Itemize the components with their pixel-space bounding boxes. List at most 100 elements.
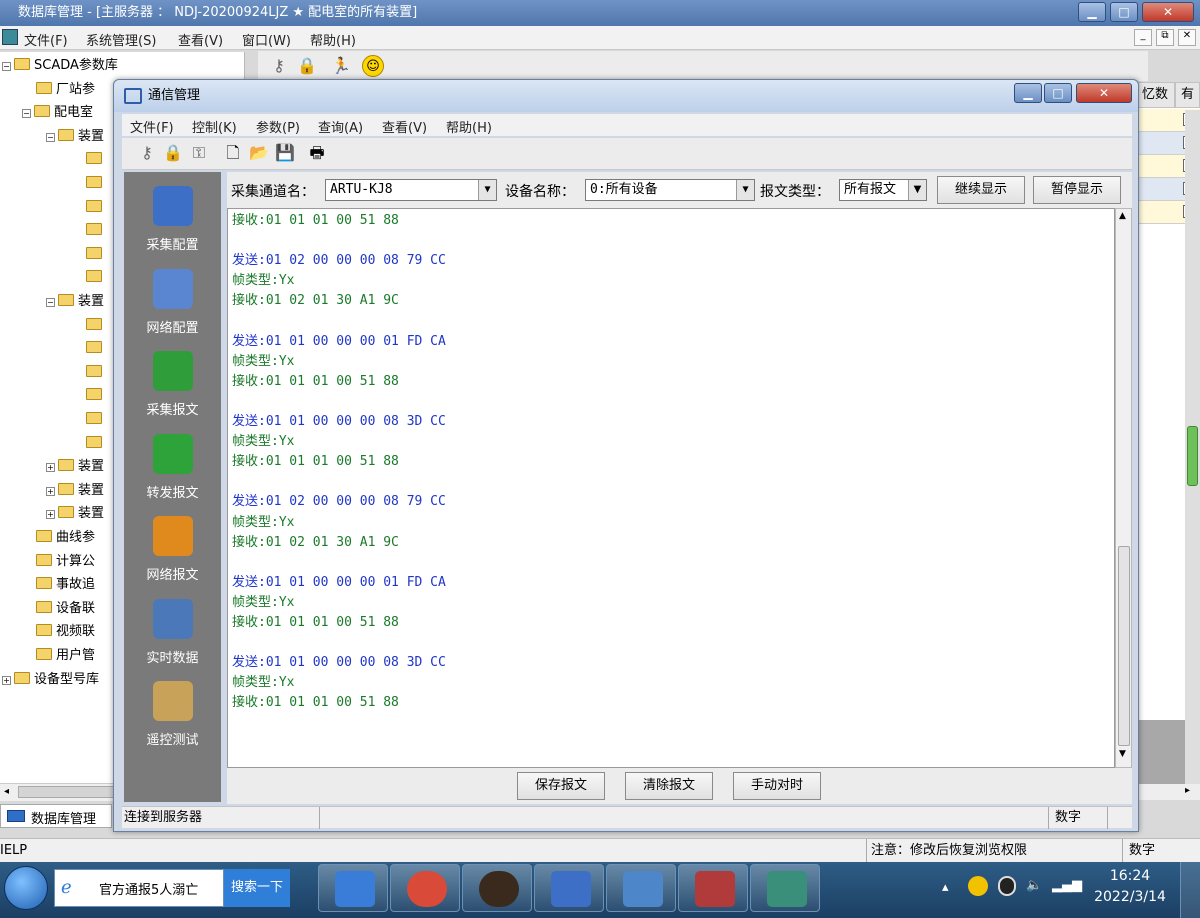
clear-message-button[interactable]: 清除报文 [625,772,713,800]
save-message-button[interactable]: 保存报文 [517,772,605,800]
manual-time-sync-button[interactable]: 手动对时 [733,772,821,800]
taskbar-app-button[interactable] [390,864,460,912]
taskbar-app-button[interactable] [534,864,604,912]
message-type-select[interactable]: 所有报文 ▼ [839,179,927,201]
unlock-icon[interactable]: ⚿ [188,142,210,164]
tab-database-management[interactable]: 数据库管理 [0,804,112,828]
menu-help[interactable]: 帮助(H) [310,30,356,49]
nav-item[interactable]: 采集报文 [124,351,221,431]
nav-item[interactable]: 采集配置 [124,186,221,266]
tree-item[interactable]: 曲线参 [22,528,95,548]
lock-icon[interactable]: 🔒 [162,142,184,164]
mdi-restore-button[interactable]: ⧉ [1156,29,1174,46]
tree-item[interactable] [72,339,106,359]
main-vertical-scrollbar[interactable] [1185,110,1200,790]
tree-item[interactable]: − 装置 [46,127,104,147]
log-vertical-scrollbar[interactable]: ▲ ▼ [1115,208,1132,768]
print-icon[interactable]: 🖶 [306,142,328,164]
tree-item[interactable]: + 设备型号库 [2,670,99,690]
lock-icon[interactable]: 🔒 [296,55,318,77]
scroll-up-icon[interactable]: ▲ [1119,211,1126,221]
tree-item[interactable] [72,386,106,406]
collapse-icon[interactable]: − [2,62,11,71]
taskbar-app-button[interactable] [318,864,388,912]
tree-item[interactable] [72,174,106,194]
tree-item[interactable]: − 装置 [46,292,104,312]
comm-close-button[interactable]: ✕ [1076,83,1132,103]
maximize-button[interactable]: □ [1110,2,1138,22]
key-icon[interactable]: ⚷ [136,142,158,164]
taskbar-app-button[interactable] [462,864,532,912]
tray-arrow-icon[interactable]: ▴ [942,880,949,895]
clock[interactable]: 16:24 2022/3/14 [1092,866,1168,910]
comm-menu-view[interactable]: 查看(V) [382,117,427,136]
expand-icon[interactable]: + [2,675,11,685]
new-file-icon[interactable]: 🗋 [222,142,244,164]
device-select[interactable]: 0:所有设备 ▼ [585,179,755,201]
chevron-down-icon[interactable]: ▼ [478,180,496,200]
tree-item[interactable] [72,316,106,336]
tree-item[interactable] [72,198,106,218]
search-button[interactable]: 搜索一下 [224,869,290,907]
nav-item[interactable]: 网络配置 [124,268,221,349]
tree-item[interactable] [72,268,106,288]
tree-item[interactable] [72,410,106,430]
save-icon[interactable]: 💾 [274,142,296,164]
chevron-down-icon[interactable]: ▼ [736,180,754,200]
smiley-icon[interactable]: ☺ [362,55,384,77]
menu-view[interactable]: 查看(V) [178,30,223,49]
network-signal-icon[interactable]: ▂▄▆ [1052,878,1082,893]
grid-header-valid[interactable]: 有 [1175,82,1200,108]
grid-header-count[interactable]: 忆数 [1135,82,1175,108]
comm-menu-help[interactable]: 帮助(H) [446,117,492,136]
comm-minimize-button[interactable]: ▁ [1014,83,1042,103]
minimize-button[interactable]: ▁ [1078,2,1106,22]
tree-item[interactable]: 设备联 [22,599,95,619]
pause-display-button[interactable]: 暂停显示 [1033,176,1121,204]
tree-item[interactable]: 用户管 [22,646,95,666]
continue-display-button[interactable]: 继续显示 [937,176,1025,204]
collapse-icon[interactable]: − [46,132,55,142]
menu-file[interactable]: 文件(F) [24,30,68,49]
tray-app-icon[interactable] [968,876,988,896]
taskbar-app-button[interactable] [678,864,748,912]
collapse-icon[interactable]: − [22,109,31,119]
taskbar-app-button[interactable] [606,864,676,912]
tree-item[interactable]: 厂站参 [22,80,95,100]
comm-maximize-button[interactable]: □ [1044,83,1072,103]
comm-menu-control[interactable]: 控制(K) [192,117,237,136]
news-widget[interactable]: ℯ 官方通报5人溺亡 [54,869,224,907]
open-folder-icon[interactable]: 📂 [248,142,270,164]
tree-item[interactable]: 事故追 [22,575,95,595]
log-scroll-thumb[interactable] [1118,546,1130,746]
tree-item[interactable]: + 装置 [46,481,104,501]
comm-menu-file[interactable]: 文件(F) [130,117,174,136]
expand-icon[interactable]: + [46,486,55,496]
nav-item[interactable]: 网络报文 [124,516,221,596]
show-desktop-button[interactable] [1180,862,1200,918]
running-man-icon[interactable]: 🏃 [330,55,352,77]
key-icon[interactable]: ⚷ [268,55,290,77]
nav-item[interactable]: 遥控测试 [124,681,221,761]
start-button[interactable] [4,866,48,910]
close-button[interactable]: ✕ [1142,2,1194,22]
comm-menu-query[interactable]: 查询(A) [318,117,363,136]
tree-item[interactable] [72,245,106,265]
tree-item[interactable]: + 装置 [46,504,104,524]
nav-item[interactable]: 转发报文 [124,433,221,514]
taskbar-app-button[interactable] [750,864,820,912]
tree-item[interactable]: 视频联 [22,622,95,642]
tree-item[interactable] [72,434,106,454]
comm-menu-params[interactable]: 参数(P) [256,117,300,136]
scroll-down-icon[interactable]: ▼ [1119,749,1126,759]
tree-item[interactable] [72,221,106,241]
main-scroll-thumb[interactable] [1187,426,1198,486]
message-log[interactable]: 接收:01 01 01 00 51 88 发送:01 02 00 00 00 08… [227,208,1115,768]
main-horizontal-scrollbar[interactable]: ▸ [1137,784,1200,800]
channel-select[interactable]: ARTU-KJ8 ▼ [325,179,497,201]
collapse-icon[interactable]: − [46,298,55,307]
qq-icon[interactable] [998,876,1016,896]
tree-item[interactable] [72,363,106,383]
tree-item[interactable]: − SCADA参数库 [2,56,118,76]
expand-icon[interactable]: + [46,510,55,520]
